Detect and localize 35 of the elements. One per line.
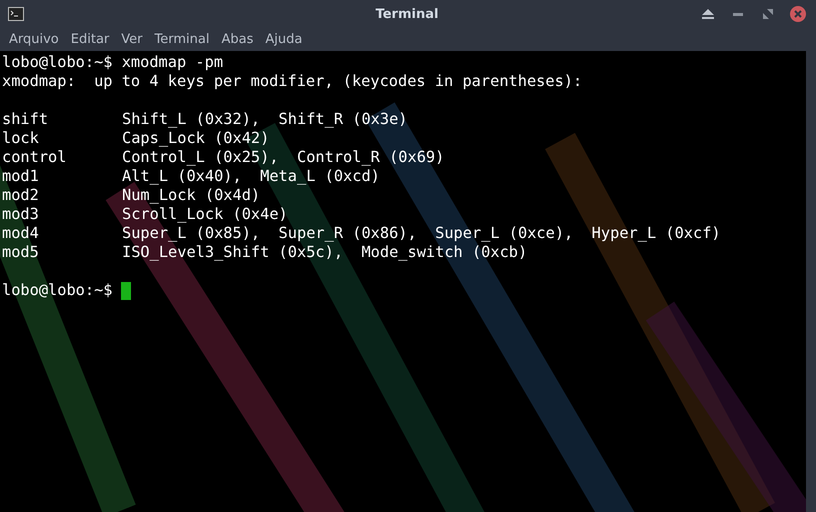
modifier-name: mod2 [2, 186, 40, 205]
modifier-name: mod4 [2, 224, 40, 243]
menu-item[interactable]: Ajuda [259, 28, 308, 50]
keycode-list: Super_L (0x85), Super_R (0x86), Super_L (0xce), Hyper_L (0xcf) [122, 224, 721, 243]
keycode-list: Alt_L (0x40), Meta_L (0xcd) [122, 167, 380, 186]
eject-icon [702, 9, 714, 19]
modifier-name: lock [2, 129, 40, 148]
keycode-list: Caps_Lock (0x42) [122, 129, 270, 148]
shade-button[interactable] [700, 6, 716, 22]
modifier-name: mod1 [2, 167, 40, 186]
text-cursor [120, 282, 131, 300]
keycode-list: Control_L (0x25), Control_R (0x69) [122, 148, 444, 167]
keycode-list: Scroll_Lock (0x4e) [122, 205, 288, 224]
modifier-name: shift [2, 110, 50, 129]
menu-item[interactable]: Editar [64, 28, 116, 50]
menu-item[interactable]: Terminal [148, 28, 216, 50]
scrollbar[interactable] [806, 51, 816, 512]
modifier-name: mod5 [2, 243, 40, 262]
modifier-name: mod3 [2, 205, 40, 224]
output-header: xmodmap: up to 4 keys per modifier, (keycodes in parentheses): [2, 72, 582, 91]
keycode-list: Shift_L (0x32), Shift_R (0x3e) [122, 110, 408, 129]
shell-prompt: lobo@lobo:~$ [2, 281, 113, 300]
terminal-app-icon [8, 7, 24, 21]
close-icon [794, 10, 802, 18]
minimize-icon [733, 12, 744, 16]
keycode-list: ISO_Level3_Shift (0x5c), Mode_switch (0xcb) [122, 243, 528, 262]
maximize-icon [763, 9, 774, 19]
modifier-name: control [2, 148, 68, 167]
menu-item[interactable]: Abas [215, 28, 260, 50]
window-title: Terminal [376, 6, 438, 22]
close-button[interactable] [790, 6, 806, 22]
menu-item[interactable]: Ver [115, 28, 148, 50]
keycode-list: Num_Lock (0x4d) [122, 186, 260, 205]
menu-item[interactable]: Arquivo [3, 28, 65, 50]
command-line: lobo@lobo:~$ xmodmap -pm [2, 53, 224, 72]
